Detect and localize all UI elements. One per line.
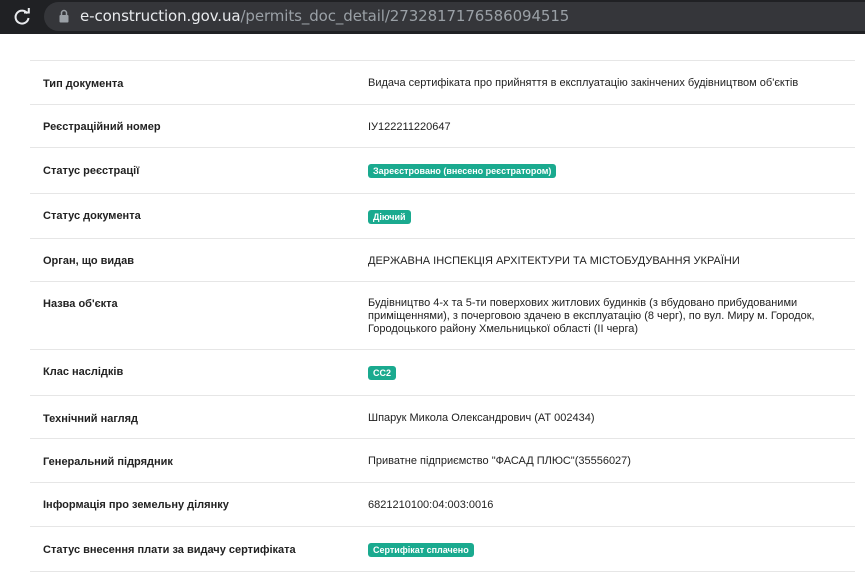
document-detail-page: Тип документа Видача сертифіката про при… (0, 34, 865, 583)
row-issuing-authority: Орган, що видав ДЕРЖАВНА ІНСПЕКЦІЯ АРХІТ… (30, 238, 855, 282)
row-object-name: Назва об'єкта Будівництво 4-х та 5-ти по… (30, 281, 855, 350)
address-url[interactable]: e-construction.gov.ua/permits_doc_detail… (80, 7, 569, 25)
row-registration-number: Реєстраційний номер ІУ122211220647 (30, 104, 855, 148)
row-label: Реєстраційний номер (43, 121, 161, 133)
status-badge: Діючий (368, 210, 411, 224)
row-label: Клас наслідків (43, 366, 124, 378)
row-payment-status: Статус внесення плати за видачу сертифік… (30, 526, 855, 571)
row-label: Генеральний підрядник (43, 456, 173, 468)
row-document-status: Статус документа Діючий (30, 193, 855, 239)
row-land-plot-info: Інформація про земельну ділянку 68212101… (30, 482, 855, 527)
row-label: Статус внесення плати за видачу сертифік… (43, 544, 296, 556)
table-bottom-divider (30, 571, 855, 572)
row-document-type: Тип документа Видача сертифіката про при… (30, 60, 855, 105)
url-host: e-construction.gov.ua (80, 7, 241, 25)
row-label: Технічний нагляд (43, 413, 139, 425)
url-path: /permits_doc_detail/2732817176586094515 (240, 7, 570, 25)
row-value: Приватне підприємство "ФАСАД ПЛЮС"(35556… (368, 455, 631, 467)
browser-toolbar: e-construction.gov.ua/permits_doc_detail… (0, 0, 865, 34)
row-label: Назва об'єкта (43, 298, 118, 310)
status-badge: Сертифікат сплачено (368, 543, 474, 557)
row-label: Інформація про земельну ділянку (43, 499, 229, 511)
row-value: Шпарук Микола Олександрович (АТ 002434) (368, 412, 595, 424)
row-label: Статус реєстрації (43, 165, 140, 177)
row-label: Орган, що видав (43, 255, 135, 267)
row-technical-supervision: Технічний нагляд Шпарук Микола Олександр… (30, 395, 855, 439)
status-badge: СС2 (368, 366, 397, 380)
row-registration-status: Статус реєстрації Зареєстровано (внесено… (30, 147, 855, 194)
row-value: 6821210100:04:003:0016 (368, 499, 494, 511)
row-value: ДЕРЖАВНА ІНСПЕКЦІЯ АРХІТЕКТУРИ ТА МІСТОБ… (368, 255, 740, 267)
row-label: Статус документа (43, 210, 141, 222)
row-value: Видача сертифіката про прийняття в експл… (368, 77, 799, 89)
row-value: ІУ122211220647 (368, 121, 451, 133)
status-badge: Зареєстровано (внесено реєстратором) (368, 164, 557, 178)
reload-icon[interactable] (12, 7, 32, 27)
row-label: Тип документа (43, 78, 124, 90)
lock-icon[interactable] (59, 9, 69, 23)
row-consequence-class: Клас наслідків СС2 (30, 349, 855, 396)
row-value: Будівництво 4-х та 5-ти поверхових житло… (368, 297, 815, 335)
row-general-contractor: Генеральний підрядник Приватне підприємс… (30, 438, 855, 483)
